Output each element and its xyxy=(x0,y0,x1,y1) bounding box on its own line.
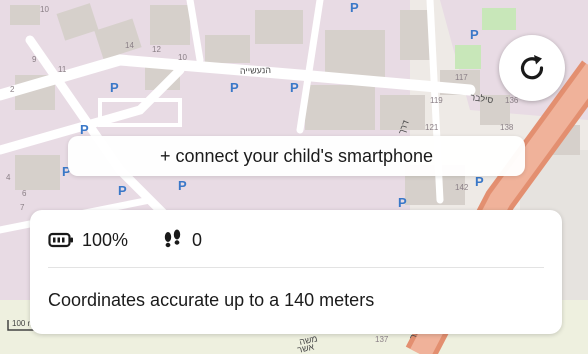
map-house-number: 137 xyxy=(375,335,389,344)
svg-text:P: P xyxy=(398,195,407,210)
map-house-number: 121 xyxy=(425,123,439,132)
map-house-number: 2 xyxy=(10,85,15,94)
status-card: 100% 0 Coordinates accurate up to a 140 … xyxy=(30,210,562,334)
battery-value: 100% xyxy=(82,229,129,250)
map-house-number: 6 xyxy=(22,189,27,198)
svg-text:P: P xyxy=(470,27,479,42)
card-divider xyxy=(48,267,544,268)
map-house-number: 119 xyxy=(430,96,443,105)
refresh-icon xyxy=(520,55,544,80)
refresh-button[interactable] xyxy=(499,35,565,101)
svg-text:P: P xyxy=(80,122,89,137)
stats-row: 100% 0 xyxy=(48,227,202,253)
battery-icon xyxy=(48,232,73,248)
accuracy-text: Coordinates accurate up to a 140 meters xyxy=(48,290,375,310)
map-house-number: 138 xyxy=(500,123,514,132)
steps-value: 0 xyxy=(192,229,203,250)
map-house-number: 11 xyxy=(58,65,67,74)
svg-text:P: P xyxy=(118,183,127,198)
connect-smartphone-label: + connect your child's smartphone xyxy=(159,145,434,166)
svg-text:P: P xyxy=(230,80,239,95)
connect-smartphone-button[interactable]: + connect your child's smartphone xyxy=(68,136,525,176)
steps-stat: 0 xyxy=(162,229,202,251)
svg-text:P: P xyxy=(110,80,119,95)
map-house-number: 12 xyxy=(152,45,161,54)
map-house-number: 117 xyxy=(455,73,468,82)
svg-text:P: P xyxy=(475,174,484,189)
map-house-number: 142 xyxy=(455,183,469,192)
map-house-number: 7 xyxy=(20,203,25,212)
battery-stat: 100% xyxy=(48,230,128,251)
svg-text:P: P xyxy=(290,80,299,95)
map-house-number: 14 xyxy=(125,41,134,50)
map-house-number: 9 xyxy=(32,55,37,64)
map-house-number: 4 xyxy=(6,173,11,182)
svg-text:P: P xyxy=(350,0,359,15)
map-house-number: 10 xyxy=(40,5,49,14)
svg-text:P: P xyxy=(178,178,187,193)
map-street-label: הנעשייה xyxy=(240,65,271,76)
map-house-number: 10 xyxy=(178,53,187,62)
footsteps-icon xyxy=(164,229,181,248)
